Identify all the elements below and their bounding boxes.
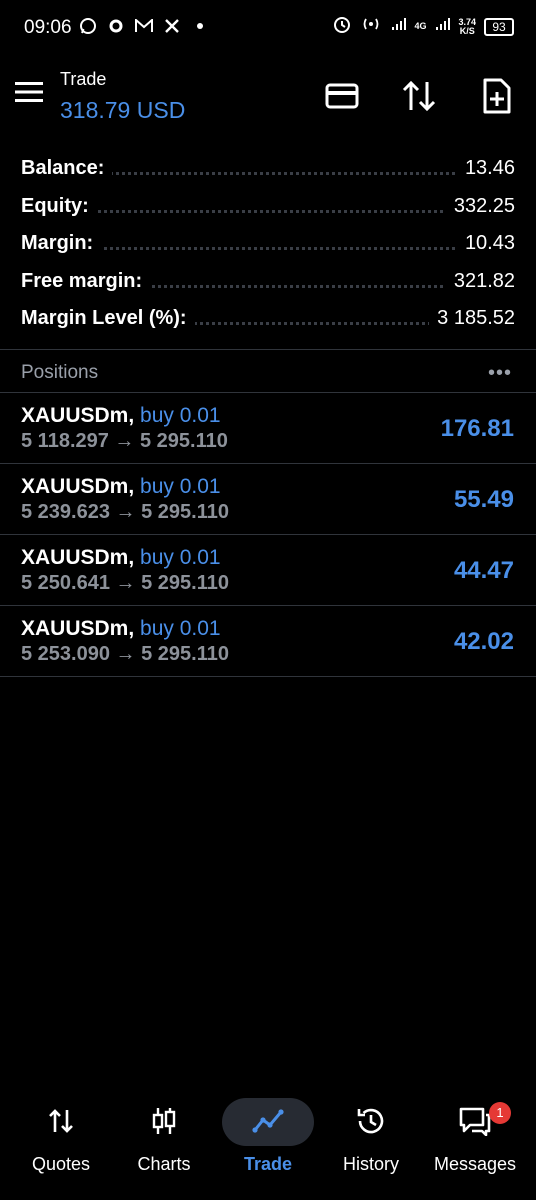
position-side: buy 0.01 (140, 546, 221, 569)
account-row-equity: Equity: 332.25 (0, 188, 536, 226)
position-symbol: XAUUSDm, buy 0.01 (21, 546, 221, 569)
hamburger-icon (15, 82, 43, 102)
account-label: Margin: (21, 232, 102, 255)
x-app-icon (162, 16, 182, 36)
new-order-button[interactable] (477, 76, 517, 116)
position-row[interactable]: XAUUSDm, buy 0.01 5 239.623 → 5 295.110 … (0, 464, 536, 535)
position-prices: 5 239.623 → 5 295.110 (21, 501, 229, 523)
nav-charts[interactable]: Charts (114, 1090, 214, 1180)
status-time: 09:06 (24, 17, 72, 38)
signal-icon-1 (390, 16, 407, 37)
positions-title: Positions (21, 362, 99, 383)
position-profit: 55.49 (453, 486, 514, 513)
gmail-icon (134, 16, 154, 36)
account-label: Balance: (21, 157, 113, 180)
app-header: Trade 318.79 USD (0, 60, 536, 130)
account-row-margin-level: Margin Level (%): 3 185.52 (0, 300, 536, 338)
account-label: Margin Level (%): (21, 307, 195, 330)
nav-label: History (342, 1154, 399, 1174)
network-speed: 3.74 K/S (458, 16, 476, 36)
position-row[interactable]: XAUUSDm, buy 0.01 5 250.641 → 5 295.110 … (0, 535, 536, 606)
trade-line-icon (251, 1104, 285, 1138)
system-icons: 4G 3.74 K/S 93 (332, 14, 514, 39)
circle-app-icon (106, 16, 126, 36)
account-row-free-margin: Free margin: 321.82 (0, 263, 536, 301)
deposit-button[interactable] (322, 76, 362, 116)
hotspot-icon (360, 16, 382, 37)
network-type: 4G (414, 21, 427, 31)
sort-button[interactable] (399, 76, 439, 116)
positions-list: XAUUSDm, buy 0.01 5 118.297 → 5 295.110 … (0, 393, 536, 677)
position-row[interactable]: XAUUSDm, buy 0.01 5 118.297 → 5 295.110 … (0, 393, 536, 464)
card-icon (325, 83, 359, 109)
position-side: buy 0.01 (140, 404, 221, 427)
more-options-icon[interactable]: ••• (488, 362, 512, 385)
account-value: 13.46 (456, 157, 515, 180)
position-prices: 5 253.090 → 5 295.110 (21, 643, 229, 665)
account-summary: Balance: 13.46 Equity: 332.25 Margin: 10… (0, 150, 536, 338)
nav-label: Quotes (31, 1154, 91, 1174)
more-notifications-dot-icon (190, 16, 210, 36)
position-side: buy 0.01 (140, 617, 221, 640)
nav-label: Trade (243, 1154, 293, 1174)
nav-label: Charts (137, 1154, 191, 1174)
battery-indicator: 93 (484, 17, 514, 36)
account-label: Free margin: (21, 269, 151, 293)
position-row[interactable]: XAUUSDm, buy 0.01 5 253.090 → 5 295.110 … (0, 606, 536, 677)
positions-header: Positions ••• (0, 350, 536, 392)
account-value: 332.25 (445, 194, 515, 218)
account-row-margin: Margin: 10.43 (0, 225, 536, 263)
nav-messages[interactable]: 1 Messages (425, 1090, 525, 1180)
account-label: Equity: (21, 194, 97, 218)
position-prices: 5 250.641 → 5 295.110 (21, 572, 229, 594)
candlestick-icon (147, 1104, 181, 1138)
new-document-icon (483, 78, 511, 114)
sort-arrows-icon (402, 80, 436, 112)
nav-quotes[interactable]: Quotes (11, 1090, 111, 1180)
position-side: buy 0.01 (140, 475, 221, 498)
bottom-navigation: Quotes Charts Trade History 1 Messages (0, 1090, 536, 1200)
unread-badge: 1 (489, 1102, 511, 1124)
position-prices: 5 118.297 → 5 295.110 (21, 430, 228, 452)
alarm-icon (332, 14, 352, 39)
position-profit: 176.81 (440, 415, 514, 442)
status-bar: 09:06 4G 3.74 K/S 93 (0, 0, 536, 56)
account-value: 321.82 (445, 269, 515, 293)
whatsapp-icon (78, 16, 98, 36)
nav-history[interactable]: History (321, 1090, 421, 1180)
account-value: 10.43 (456, 232, 515, 255)
position-profit: 44.47 (453, 557, 514, 584)
menu-button[interactable] (14, 80, 46, 108)
messages-icon (458, 1104, 492, 1138)
position-profit: 42.02 (453, 628, 514, 655)
history-icon (354, 1104, 388, 1138)
position-symbol: XAUUSDm, buy 0.01 (21, 404, 221, 427)
account-row-balance: Balance: 13.46 (0, 150, 536, 188)
nav-label: Messages (433, 1154, 517, 1174)
account-value: 3 185.52 (429, 307, 515, 330)
position-symbol: XAUUSDm, buy 0.01 (21, 617, 221, 640)
signal-icon-2 (434, 16, 451, 37)
position-symbol: XAUUSDm, buy 0.01 (21, 475, 221, 498)
page-title: Trade (60, 69, 107, 89)
nav-trade[interactable]: Trade (218, 1090, 318, 1180)
notification-icons (78, 16, 210, 36)
quotes-arrows-icon (44, 1104, 78, 1138)
header-balance-summary: 318.79 USD (60, 97, 186, 123)
